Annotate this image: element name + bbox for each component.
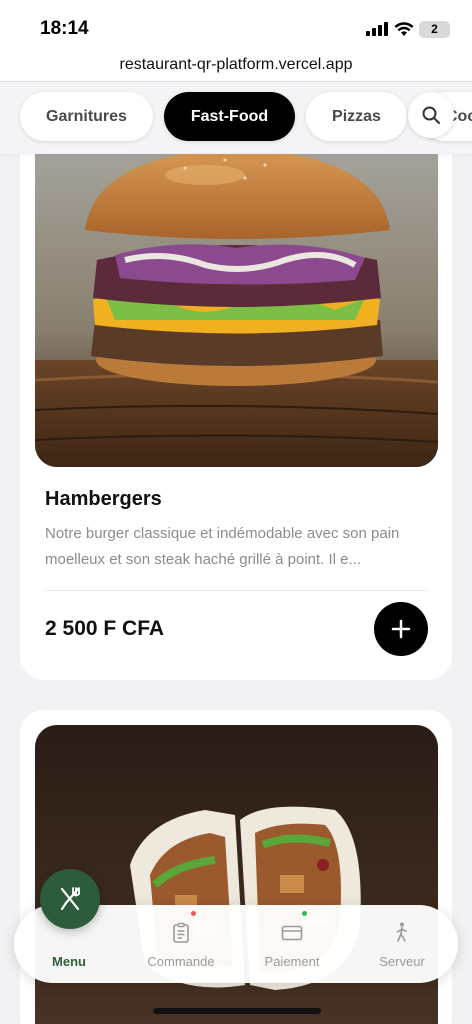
item-price: 2 500 F CFA: [45, 617, 165, 640]
search-button[interactable]: [408, 92, 454, 138]
plus-icon: [391, 619, 411, 639]
menu-item-card[interactable]: Hambergers Notre burger classique et ind…: [20, 120, 452, 680]
browser-url-bar[interactable]: restaurant-qr-platform.vercel.app: [0, 48, 472, 82]
search-icon: [422, 106, 440, 124]
wifi-icon: [394, 22, 414, 36]
credit-card-icon: [281, 925, 303, 941]
category-chip-garnitures[interactable]: Garnitures: [20, 92, 153, 141]
category-chip-fast-food[interactable]: Fast-Food: [164, 92, 295, 141]
cellular-signal-icon: [366, 22, 388, 36]
status-time: 18:14: [40, 18, 89, 39]
item-description: Notre burger classique et indémodable av…: [45, 525, 400, 568]
status-bar: 18:14 2: [0, 0, 472, 48]
notification-dot: [302, 911, 307, 916]
waiter-icon: [396, 922, 407, 942]
nav-label-menu: Menu: [52, 954, 86, 969]
utensils-icon: [60, 887, 80, 911]
burger-image: [35, 120, 438, 467]
nav-label-paiement: Paiement: [264, 954, 320, 969]
clipboard-icon: [173, 922, 189, 943]
item-name: Hambergers: [45, 488, 162, 510]
notification-dot: [191, 911, 196, 916]
add-to-cart-button[interactable]: [374, 602, 428, 656]
nav-item-paiement[interactable]: Paiement: [247, 905, 337, 983]
category-tabs: Garnitures Fast-Food Pizzas Coc: [0, 82, 472, 154]
home-indicator: [153, 1008, 321, 1014]
battery-indicator: 2: [419, 21, 450, 38]
divider: [45, 590, 427, 591]
nav-label-commande: Commande: [147, 954, 215, 969]
category-chip-pizzas[interactable]: Pizzas: [306, 92, 407, 141]
nav-item-serveur[interactable]: Serveur: [357, 905, 447, 983]
nav-label-serveur: Serveur: [379, 954, 425, 969]
menu-fab-button[interactable]: [40, 869, 100, 929]
nav-item-commande[interactable]: Commande: [136, 905, 226, 983]
